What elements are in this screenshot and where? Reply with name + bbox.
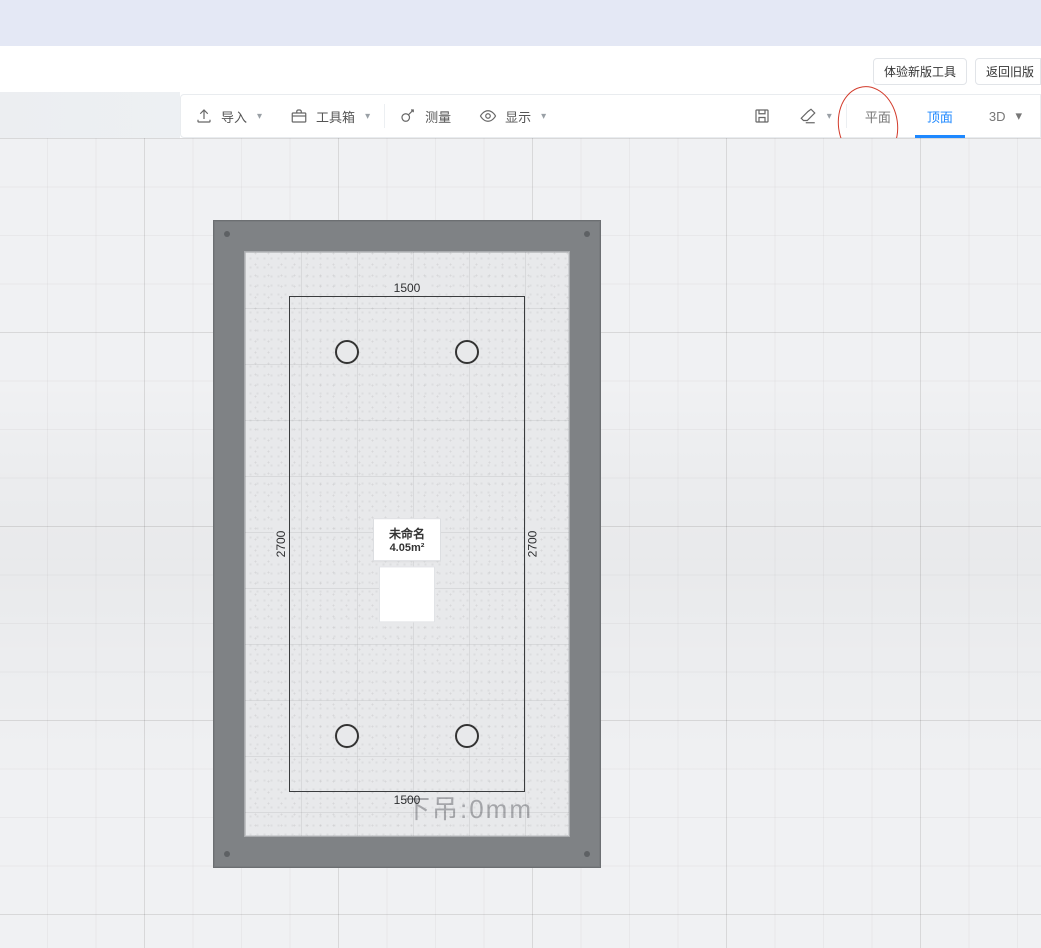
return-old-version-button[interactable]: 返回旧版	[975, 58, 1041, 85]
title-bar	[0, 0, 1041, 50]
ceiling-light[interactable]	[335, 724, 359, 748]
ceiling-panel[interactable]	[379, 566, 435, 622]
tab-3d[interactable]: 3D ▾	[971, 95, 1040, 137]
corner-dot	[224, 231, 230, 237]
import-button[interactable]: 导入 ▾	[181, 95, 276, 137]
room-name: 未命名	[378, 525, 436, 542]
toolbox-icon	[290, 107, 308, 125]
ceiling-light[interactable]	[455, 340, 479, 364]
room-area: 4.05m²	[378, 542, 436, 554]
view-tabs: 平面 顶面 3D ▾	[847, 95, 1040, 137]
measure-label: 测量	[425, 107, 451, 126]
upload-icon	[195, 107, 213, 125]
room-label-panel[interactable]: 未命名 4.05m²	[373, 518, 441, 561]
eraser-icon	[799, 107, 817, 125]
main-toolbar: 导入 ▾ 工具箱 ▾ 测量 显示 ▾ ▾ 平面 顶	[180, 94, 1041, 138]
room-interior[interactable]: 1500 1500 2700 2700 未命名 4.05m² 下吊:0mm	[244, 251, 570, 837]
corner-dot	[584, 231, 590, 237]
toolbox-button[interactable]: 工具箱 ▾	[276, 95, 384, 137]
display-label: 显示	[505, 107, 531, 126]
room-wall[interactable]: 1500 1500 2700 2700 未命名 4.05m² 下吊:0mm	[213, 220, 601, 868]
chevron-down-icon: ▾	[257, 111, 262, 122]
display-button[interactable]: 显示 ▾	[465, 95, 560, 137]
corner-dot	[224, 851, 230, 857]
measure-icon	[399, 107, 417, 125]
chevron-down-icon: ▾	[827, 111, 832, 122]
design-canvas[interactable]: 1500 1500 2700 2700 未命名 4.05m² 下吊:0mm	[0, 138, 1041, 948]
tab-top[interactable]: 顶面	[909, 95, 971, 137]
corner-dot	[584, 851, 590, 857]
try-new-version-button[interactable]: 体验新版工具	[873, 58, 967, 85]
ceiling-light[interactable]	[455, 724, 479, 748]
drop-height-label: 下吊:0mm	[404, 789, 533, 826]
header-actions: 体验新版工具 返回旧版	[873, 58, 1041, 85]
tab-3d-label: 3D	[989, 109, 1006, 124]
dimension-height-right: 2700	[526, 525, 540, 564]
ceiling-light[interactable]	[335, 340, 359, 364]
save-button[interactable]	[739, 95, 785, 137]
dimension-height-left: 2700	[274, 525, 288, 564]
measure-button[interactable]: 测量	[385, 95, 465, 137]
toolbox-label: 工具箱	[316, 107, 355, 126]
dimension-width-top: 1500	[388, 281, 427, 295]
import-label: 导入	[221, 107, 247, 126]
toolbar-left-gap	[0, 92, 180, 140]
save-icon	[753, 107, 771, 125]
tab-plan[interactable]: 平面	[847, 95, 909, 137]
chevron-down-icon: ▾	[541, 111, 546, 122]
eraser-button[interactable]: ▾	[785, 95, 846, 137]
chevron-down-icon: ▾	[365, 111, 370, 122]
eye-icon	[479, 107, 497, 125]
chevron-down-icon: ▾	[1015, 108, 1022, 124]
